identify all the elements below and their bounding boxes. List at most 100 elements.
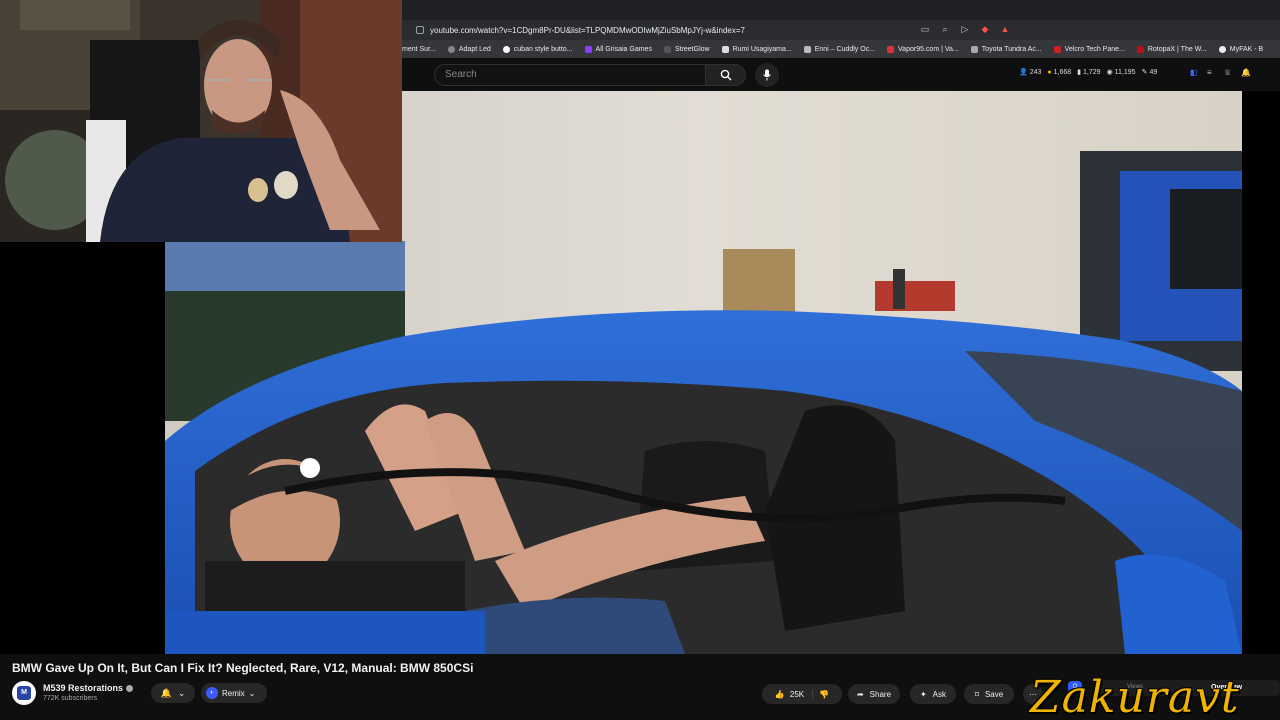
bookmark-label: Vapor95.com | Va... xyxy=(898,45,959,53)
like-button[interactable]: 👍 25K xyxy=(774,689,814,699)
warning-icon[interactable]: ▲ xyxy=(1000,24,1010,34)
extension-icon[interactable]: ◧ xyxy=(1190,68,1199,77)
screen: youtube.com/watch?v=1CDgm8Pr-DU&list=TLP… xyxy=(0,0,1280,720)
bookmark-item[interactable]: Enni – Cuddly Oc... xyxy=(803,45,876,53)
share-button[interactable]: ➦ Share xyxy=(848,684,900,704)
url-text[interactable]: youtube.com/watch?v=1CDgm8Pr-DU&list=TLP… xyxy=(430,26,745,35)
bookmark-label: StreetGlow xyxy=(674,45,710,53)
bookmark-favicon-icon xyxy=(447,45,455,53)
bookmark-favicon-icon xyxy=(887,45,895,53)
site-info-icon[interactable] xyxy=(416,26,424,34)
bookmark-label: All Grisaia Games xyxy=(595,45,652,53)
bookmark-item[interactable]: cuban style butto... xyxy=(502,45,573,53)
install-icon[interactable]: ▭ xyxy=(920,24,930,34)
bookmark-label: Rumi Usagiyama... xyxy=(732,45,792,53)
share-icon[interactable]: ▷ xyxy=(960,24,970,34)
youtube-header: Search 👤 243 ● 1,668 ▮ 1,729 ◉ 11,195 ✎ 49 ◧ … xyxy=(402,58,1280,91)
stat-value: 1,668 xyxy=(1053,68,1072,76)
bookmark-favicon-icon xyxy=(1218,45,1226,53)
like-dislike-group: 👍 25K 👎 xyxy=(762,684,842,704)
verified-icon xyxy=(126,685,134,693)
search-button[interactable] xyxy=(706,64,746,86)
chevron-down-icon: ⌄ xyxy=(177,687,186,698)
bars-icon: ▮ xyxy=(1077,69,1082,76)
remix-icon: ◐ xyxy=(206,687,218,699)
menu-icon[interactable]: ≡ xyxy=(1207,68,1216,77)
bookmark-item[interactable]: Vapor95.com | Va... xyxy=(887,45,959,53)
stat-bars[interactable]: ▮ 1,729 xyxy=(1077,68,1101,77)
stat-views[interactable]: ◉ 11,195 xyxy=(1106,68,1136,77)
channel-name[interactable]: M539 Restorations xyxy=(43,683,134,693)
brave-shield-icon[interactable]: ◆ xyxy=(980,24,990,34)
address-bar-tools: ▭ ⌕ ▷ ◆ ▲ xyxy=(920,24,1010,34)
stat-value: 11,195 xyxy=(1114,68,1136,76)
webcam-feed xyxy=(0,0,402,242)
like-count: 25K xyxy=(789,689,805,699)
bookmark-item[interactable]: ment Sur... xyxy=(402,46,436,53)
save-button[interactable]: ⌑ Save xyxy=(964,684,1014,704)
channel-logo-icon: M xyxy=(17,686,31,700)
channel-name-text: M539 Restorations xyxy=(43,683,124,693)
search-icon xyxy=(720,69,731,81)
bookmark-item[interactable]: Velcro Tech Pane... xyxy=(1053,45,1125,53)
bookmark-favicon-icon xyxy=(502,45,510,53)
subscriber-count: 772K subscribers xyxy=(43,695,98,702)
bookmark-label: Adapt Led xyxy=(458,45,491,53)
share-arrow-icon: ➦ xyxy=(856,689,864,699)
bookmark-favicon-icon xyxy=(663,45,671,53)
voice-search-button[interactable] xyxy=(755,63,779,87)
stat-value: 49 xyxy=(1149,68,1158,76)
streamer-watermark: Zakuravt xyxy=(1030,672,1240,720)
bookmark-item[interactable]: StreetGlow xyxy=(663,45,710,53)
thumbs-down-icon: 👎 xyxy=(819,689,830,699)
bookmarks-bar: ment Sur... Adapt Led cuban style butto.… xyxy=(402,40,1280,58)
video-title: BMW Gave Up On It, But Can I Fix It? Neg… xyxy=(12,661,474,675)
bookmark-item[interactable]: Toyota Tundra Ac... xyxy=(970,45,1042,53)
bookmark-label: cuban style butto... xyxy=(513,45,573,53)
notification-bell-button[interactable]: 🔔 ⌄ xyxy=(151,683,195,703)
pencil-icon: ✎ xyxy=(1141,69,1148,76)
bookmark-label: Toyota Tundra Ac... xyxy=(981,45,1042,53)
zoom-icon[interactable]: ⌕ xyxy=(940,24,950,34)
notifications-icon[interactable]: 🔔 xyxy=(1241,68,1251,77)
bookmark-item[interactable]: RotopaX | The W... xyxy=(1136,45,1207,53)
webcam-overlay xyxy=(0,0,402,242)
header-icons: ◧ ≡ ♕ 🔔 xyxy=(1190,68,1251,77)
stat-value: 1,729 xyxy=(1083,68,1101,76)
bookmark-favicon-icon xyxy=(584,45,592,53)
channel-avatar[interactable]: M xyxy=(12,681,36,705)
user-icon: 👤 xyxy=(1019,69,1028,76)
bookmark-item[interactable]: Adapt Led xyxy=(447,45,491,53)
stat-value: 243 xyxy=(1029,68,1042,76)
stat-coins[interactable]: ● 1,668 xyxy=(1047,69,1071,76)
bookmark-item[interactable]: Rumi Usagiyama... xyxy=(721,45,792,53)
sparkle-icon: ✦ xyxy=(919,689,927,699)
extension-stats: 👤 243 ● 1,668 ▮ 1,729 ◉ 11,195 ✎ 49 xyxy=(1019,68,1158,77)
search-input[interactable]: Search xyxy=(434,64,706,86)
video-letterbox-right xyxy=(1242,91,1280,654)
trophy-icon[interactable]: ♕ xyxy=(1224,68,1233,77)
dislike-button[interactable]: 👎 xyxy=(819,690,829,699)
save-label: Save xyxy=(984,689,1004,699)
ask-label: Ask xyxy=(932,689,947,699)
share-label: Share xyxy=(869,689,892,699)
remix-button[interactable]: ◐ Remix ⌄ xyxy=(201,683,267,703)
bookmark-favicon-icon xyxy=(721,45,729,53)
ask-button[interactable]: ✦ Ask xyxy=(910,684,956,704)
bookmark-label: Velcro Tech Pane... xyxy=(1064,45,1125,53)
stat-edits[interactable]: ✎ 49 xyxy=(1141,68,1158,77)
video-letterbox-left xyxy=(0,242,165,654)
bookmark-label: RotopaX | The W... xyxy=(1147,45,1207,53)
stat-users[interactable]: 👤 243 xyxy=(1019,68,1042,77)
bookmark-favicon-icon xyxy=(1053,45,1061,53)
address-bar[interactable]: youtube.com/watch?v=1CDgm8Pr-DU&list=TLP… xyxy=(402,20,1280,40)
bookmark-item[interactable]: MyFAK - B xyxy=(1218,45,1263,53)
bell-icon: 🔔 xyxy=(160,687,172,698)
bookmark-label: ment Sur... xyxy=(402,45,436,53)
bookmark-favicon-icon xyxy=(970,45,978,53)
eye-icon: ◉ xyxy=(1106,69,1113,76)
bookmark-favicon-icon xyxy=(1136,45,1144,53)
bookmark-item[interactable]: All Grisaia Games xyxy=(584,45,652,53)
bookmark-label: Enni – Cuddly Oc... xyxy=(814,45,876,53)
thumbs-up-icon: 👍 xyxy=(774,689,785,699)
